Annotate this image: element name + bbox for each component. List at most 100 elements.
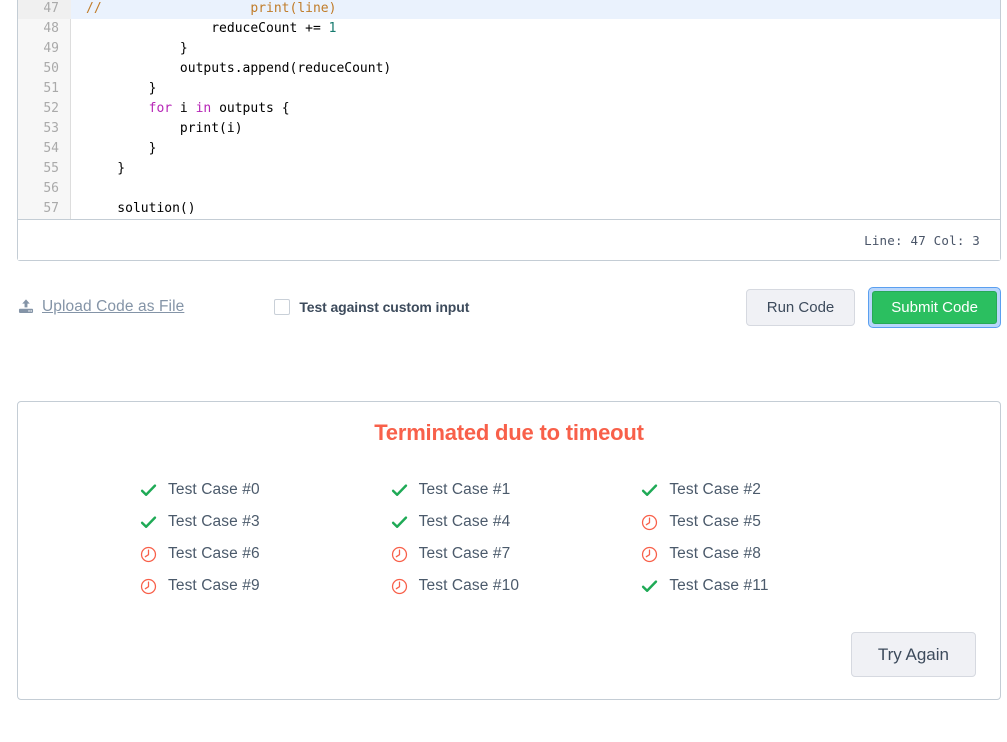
submit-code-button[interactable]: Submit Code	[872, 290, 997, 324]
clock-icon	[641, 546, 658, 563]
testcase-item[interactable]: Test Case #8	[641, 538, 892, 570]
clock-icon	[391, 546, 408, 563]
code-line-text[interactable]: for i in outputs {	[71, 99, 1000, 119]
code-token-keyword: for	[148, 101, 173, 116]
code-line[interactable]: 52 for i in outputs {	[18, 99, 1000, 119]
line-number: 51	[43, 81, 59, 96]
code-line-text[interactable]: outputs.append(reduceCount)	[71, 59, 1000, 79]
testcase-item[interactable]: Test Case #6	[140, 538, 391, 570]
testcase-item[interactable]: Test Case #11	[641, 570, 892, 602]
testcase-item[interactable]: Test Case #5	[641, 506, 892, 538]
submit-code-focus-ring: Submit Code	[868, 286, 1001, 328]
testcase-item[interactable]: Test Case #2	[641, 474, 892, 506]
result-status-title: Terminated due to timeout	[374, 420, 644, 445]
code-line-text[interactable]: // print(line)	[71, 0, 1000, 19]
line-number: 52	[43, 101, 59, 116]
code-line[interactable]: 54 }	[18, 139, 1000, 159]
clock-icon	[391, 578, 408, 595]
check-icon	[140, 514, 157, 531]
code-token-plain: }	[86, 41, 188, 56]
code-line-text[interactable]	[71, 179, 1000, 199]
line-number: 57	[43, 201, 59, 216]
testcase-label: Test Case #3	[168, 513, 260, 530]
line-number: 47	[18, 0, 71, 19]
code-line-text[interactable]: }	[71, 79, 1000, 99]
try-again-row: Try Again	[850, 632, 976, 677]
code-token-plain: i	[172, 101, 196, 116]
code-line[interactable]: 55 }	[18, 159, 1000, 179]
upload-code-as-file-link[interactable]: Upload Code as File	[17, 298, 184, 316]
custom-input-checkbox[interactable]	[274, 299, 291, 315]
code-token-plain: }	[86, 141, 157, 156]
testcase-label: Test Case #10	[418, 577, 520, 594]
code-line-text[interactable]: solution()	[71, 199, 1000, 219]
testcase-grid: Test Case #0 Test Case #1 Test Case #2 Test…	[18, 474, 1000, 602]
testcase-item[interactable]: Test Case #3	[140, 506, 391, 538]
code-token-plain: outputs.append(reduceCount)	[86, 61, 392, 76]
code-line[interactable]: 57 solution()	[18, 199, 1000, 219]
code-line[interactable]: 56	[18, 179, 1000, 199]
testcase-label: Test Case #11	[669, 577, 769, 594]
code-editor-viewport[interactable]: 47// print(line) 48 reduceCount += 1 49 } 5…	[18, 0, 1000, 219]
code-line[interactable]: 49 }	[18, 39, 1000, 59]
testcase-item[interactable]: Test Case #7	[391, 538, 642, 570]
code-line-text[interactable]: }	[71, 139, 1000, 159]
code-editor[interactable]: 47// print(line) 48 reduceCount += 1 49 } 5…	[17, 0, 1001, 261]
check-icon	[391, 482, 408, 499]
code-line[interactable]: 51 }	[18, 79, 1000, 99]
test-against-custom-input-toggle[interactable]: Test against custom input	[274, 299, 469, 315]
line-number: 54	[43, 141, 59, 156]
upload-icon	[17, 298, 35, 316]
editor-status-bar: Line: 47 Col: 3	[18, 219, 1000, 260]
testcase-item[interactable]: Test Case #9	[140, 570, 391, 602]
code-token-keyword: in	[195, 101, 212, 116]
line-number: 48	[43, 21, 59, 36]
code-token-comment: //	[86, 1, 110, 16]
code-token-comment: print(line)	[109, 1, 337, 16]
line-number: 55	[43, 161, 59, 176]
testcase-label: Test Case #4	[418, 513, 511, 530]
code-line-text[interactable]: print(i)	[71, 119, 1000, 139]
code-token-plain: outputs {	[211, 101, 290, 116]
check-icon	[391, 514, 408, 531]
code-lines[interactable]: 47// print(line) 48 reduceCount += 1 49 } 5…	[18, 0, 1000, 219]
code-token-plain: }	[86, 81, 157, 96]
testcase-label: Test Case #6	[168, 545, 260, 562]
clock-icon	[140, 546, 157, 563]
cursor-position-status: Line: 47 Col: 3	[864, 232, 980, 248]
testcase-label: Test Case #5	[669, 513, 761, 530]
code-token-plain: reduceCount +=	[86, 21, 329, 36]
testcase-label: Test Case #0	[168, 481, 260, 498]
code-line-text[interactable]: }	[71, 39, 1000, 59]
run-code-button[interactable]: Run Code	[745, 288, 856, 326]
testcase-label: Test Case #9	[168, 577, 260, 594]
testcase-item[interactable]: Test Case #1	[391, 474, 642, 506]
code-token-number: 1	[328, 21, 337, 36]
testcase-label: Test Case #7	[418, 545, 511, 562]
testcase-item[interactable]: Test Case #10	[391, 570, 642, 602]
code-line[interactable]: 47// print(line)	[18, 0, 1000, 19]
upload-code-as-file-label: Upload Code as File	[42, 298, 185, 315]
testcase-label: Test Case #8	[669, 545, 761, 562]
code-line[interactable]: 50 outputs.append(reduceCount)	[18, 59, 1000, 79]
editor-toolbar: Upload Code as File Test against custom …	[17, 284, 1001, 330]
line-number: 49	[43, 41, 59, 56]
code-token-plain: }	[86, 161, 126, 176]
line-number: 56	[43, 181, 59, 196]
testcase-label: Test Case #1	[418, 481, 511, 498]
check-icon	[641, 578, 658, 595]
code-token-plain: print(i)	[86, 121, 243, 136]
clock-icon	[140, 578, 157, 595]
code-line[interactable]: 48 reduceCount += 1	[18, 19, 1000, 39]
code-line-text[interactable]: reduceCount += 1	[71, 19, 1000, 39]
testcase-item[interactable]: Test Case #0	[140, 474, 391, 506]
code-line-text[interactable]: }	[71, 159, 1000, 179]
line-number: 53	[43, 121, 59, 136]
try-again-button[interactable]: Try Again	[850, 632, 976, 677]
testcase-item[interactable]: Test Case #4	[391, 506, 642, 538]
custom-input-label: Test against custom input	[299, 299, 470, 315]
testcase-label: Test Case #2	[669, 481, 761, 498]
check-icon	[641, 482, 658, 499]
code-line[interactable]: 53 print(i)	[18, 119, 1000, 139]
